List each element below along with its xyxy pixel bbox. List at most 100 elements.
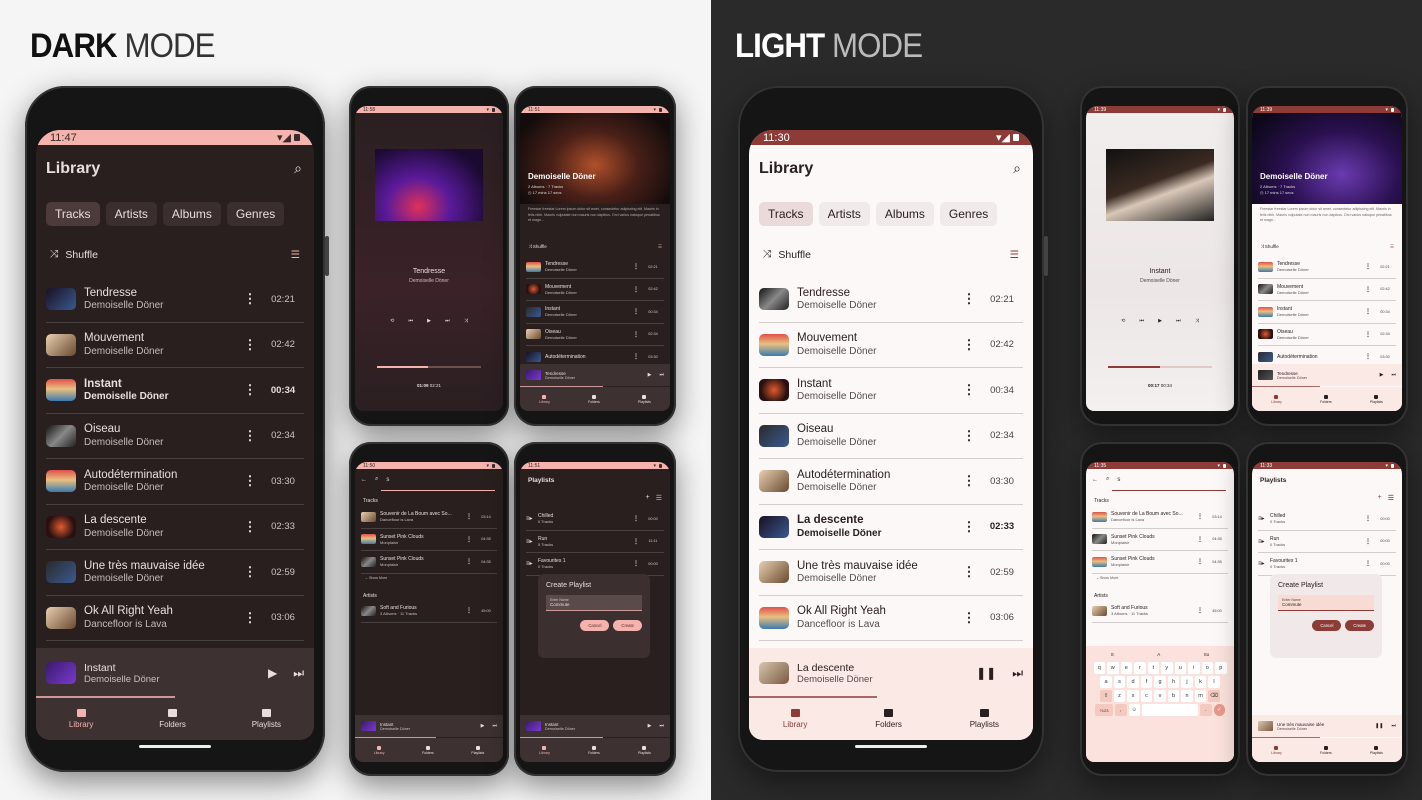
more-options-icon[interactable]: ⋮ bbox=[463, 558, 475, 565]
more-options-icon[interactable]: ⋮ bbox=[238, 610, 262, 626]
track-row[interactable]: Souvenir de La Boum avec So... Dancefloor… bbox=[361, 506, 497, 529]
pause-icon[interactable]: ❚❚ bbox=[976, 666, 996, 680]
play-icon[interactable]: ▶ bbox=[481, 723, 485, 729]
skip-next-icon[interactable]: ⏭ bbox=[445, 318, 450, 324]
nav-item-folders[interactable]: Folders bbox=[1320, 394, 1332, 404]
more-options-icon[interactable]: ⋮ bbox=[630, 263, 642, 270]
period-key[interactable]: . bbox=[1200, 704, 1212, 716]
mini-player[interactable]: Instant Demoiselle Döner ▶ ⏭ bbox=[36, 648, 314, 698]
more-options-icon[interactable]: ⋮ bbox=[1194, 607, 1206, 614]
create-button[interactable]: Create bbox=[613, 620, 642, 631]
track-row[interactable]: Ok All Right Yeah Dancefloor is Lava ⋮ 03:0… bbox=[759, 596, 1023, 641]
playlist-item[interactable]: ≡▸ Favourites 10 Tracks ⋮ 00:00 bbox=[526, 553, 664, 576]
playlist-item[interactable]: ≡▸ Chilled 0 Tracks ⋮ 00:00 bbox=[1258, 508, 1396, 531]
space-key[interactable] bbox=[1142, 704, 1198, 716]
add-playlist-icon[interactable]: + bbox=[646, 494, 650, 502]
show-more-button[interactable]: ⌄ Show More bbox=[1096, 576, 1118, 580]
nav-item-folders[interactable]: Folders bbox=[588, 394, 600, 404]
nav-item-folders[interactable]: Folders bbox=[875, 709, 902, 729]
nav-item-playlists[interactable]: Playlists bbox=[638, 394, 651, 404]
add-playlist-icon[interactable]: + bbox=[1378, 494, 1382, 502]
keyboard-suggestion[interactable]: A bbox=[1157, 652, 1160, 657]
more-options-icon[interactable]: ⋮ bbox=[957, 610, 981, 626]
track-row[interactable]: Tendresse Demoiselle Döner ⋮ 02:21 bbox=[759, 277, 1023, 323]
pause-icon[interactable]: ❚❚ bbox=[1375, 723, 1383, 729]
nav-item-library[interactable]: Library bbox=[539, 745, 550, 755]
key-b[interactable]: b bbox=[1167, 690, 1180, 702]
enter-key[interactable]: ✓ bbox=[1213, 704, 1225, 716]
track-row[interactable]: Tendresse Demoiselle Döner ⋮ 02:21 bbox=[1258, 256, 1396, 279]
cancel-button[interactable]: Cancel bbox=[580, 620, 610, 631]
tab-artists[interactable]: Artists bbox=[105, 202, 157, 226]
play-icon[interactable]: ▶ bbox=[648, 723, 652, 729]
comma-key[interactable]: , bbox=[1115, 704, 1127, 716]
key-u[interactable]: u bbox=[1174, 662, 1186, 674]
skip-next-icon[interactable]: ⏭ bbox=[1391, 723, 1396, 729]
more-options-icon[interactable]: ⋮ bbox=[957, 473, 981, 489]
track-row[interactable]: Soft and Furious 3 Albums · 11 Tracks ⋮ 45:… bbox=[1092, 600, 1228, 623]
key-c[interactable]: c bbox=[1140, 690, 1153, 702]
shuffle-icon[interactable]: ⤨ bbox=[1195, 318, 1199, 324]
track-row[interactable]: Oiseau Demoiselle Döner ⋮ 02:34 bbox=[1258, 324, 1396, 346]
symbols-key[interactable]: ?123 bbox=[1095, 704, 1113, 716]
nav-item-library[interactable]: Library bbox=[539, 394, 550, 404]
track-row[interactable]: Sunset Pink Clouds Monplaisir ⋮ 04:35 bbox=[361, 529, 497, 551]
track-row[interactable]: Oiseau Demoiselle Döner ⋮ 02:34 bbox=[526, 324, 664, 346]
more-options-icon[interactable]: ⋮ bbox=[630, 515, 642, 522]
tab-genres[interactable]: Genres bbox=[939, 202, 998, 226]
mini-player[interactable]: Instant Demoiselle Döner ▶ ⏭ bbox=[355, 715, 503, 737]
search-icon[interactable]: ⌕ bbox=[1013, 160, 1021, 177]
more-options-icon[interactable]: ⋮ bbox=[238, 382, 262, 398]
skip-next-icon[interactable]: ⏭ bbox=[1012, 666, 1023, 681]
track-row[interactable]: Oiseau Demoiselle Döner ⋮ 02:34 bbox=[46, 414, 304, 459]
track-row[interactable]: Instant Demoiselle Döner ⋮ 00:34 bbox=[46, 368, 304, 414]
key-w[interactable]: w bbox=[1107, 662, 1119, 674]
track-row[interactable]: Sunset Pink Clouds Monplaisir ⋮ 04:35 bbox=[1092, 529, 1228, 551]
key-d[interactable]: d bbox=[1127, 676, 1139, 688]
nav-item-library[interactable]: Library bbox=[374, 745, 385, 755]
more-options-icon[interactable]: ⋮ bbox=[1362, 353, 1374, 360]
track-row[interactable]: Ok All Right Yeah Dancefloor is Lava ⋮ 03:0… bbox=[46, 596, 304, 641]
more-options-icon[interactable]: ⋮ bbox=[238, 428, 262, 444]
nav-item-folders[interactable]: Folders bbox=[422, 745, 434, 755]
more-options-icon[interactable]: ⋮ bbox=[1194, 513, 1206, 520]
more-options-icon[interactable]: ⋮ bbox=[463, 607, 475, 614]
skip-next-icon[interactable]: ⏭ bbox=[659, 723, 664, 729]
more-options-icon[interactable]: ⋮ bbox=[630, 353, 642, 360]
more-options-icon[interactable]: ⋮ bbox=[630, 538, 642, 545]
key-l[interactable]: l bbox=[1208, 676, 1220, 688]
tab-albums[interactable]: Albums bbox=[875, 202, 934, 226]
key-p[interactable]: p bbox=[1215, 662, 1227, 674]
key-q[interactable]: q bbox=[1093, 662, 1105, 674]
more-options-icon[interactable]: ⋮ bbox=[238, 519, 262, 535]
more-options-icon[interactable]: ⋮ bbox=[1362, 538, 1374, 545]
more-options-icon[interactable]: ⋮ bbox=[1194, 536, 1206, 543]
skip-next-icon[interactable]: ⏭ bbox=[492, 723, 497, 729]
key-k[interactable]: k bbox=[1194, 676, 1207, 688]
key-e[interactable]: e bbox=[1120, 662, 1132, 674]
key-j[interactable]: j bbox=[1181, 676, 1193, 688]
more-options-icon[interactable]: ⋮ bbox=[1194, 558, 1206, 565]
playlist-name-field[interactable]: Enter Name Commute bbox=[546, 595, 642, 611]
nav-item-folders[interactable]: Folders bbox=[588, 745, 600, 755]
more-options-icon[interactable]: ⋮ bbox=[1362, 560, 1374, 567]
mini-player[interactable]: Tendresse Demoiselle Döner ▶ ⏭ bbox=[520, 364, 670, 386]
play-icon[interactable]: ▶ bbox=[268, 666, 277, 680]
more-options-icon[interactable]: ⋮ bbox=[957, 519, 981, 535]
skip-next-icon[interactable]: ⏭ bbox=[1176, 318, 1181, 324]
track-row[interactable]: Mouvement Demoiselle Döner ⋮ 02:42 bbox=[526, 279, 664, 301]
key-x[interactable]: x bbox=[1127, 690, 1139, 702]
more-options-icon[interactable]: ⋮ bbox=[630, 308, 642, 315]
track-row[interactable]: Mouvement Demoiselle Döner ⋮ 02:42 bbox=[46, 323, 304, 368]
track-row[interactable]: Mouvement Demoiselle Döner ⋮ 02:42 bbox=[759, 323, 1023, 368]
key-r[interactable]: r bbox=[1134, 662, 1146, 674]
track-row[interactable]: Instant Demoiselle Döner ⋮ 00:34 bbox=[1258, 301, 1396, 324]
tab-albums[interactable]: Albums bbox=[162, 202, 221, 226]
search-icon[interactable]: ⌕ bbox=[294, 160, 302, 177]
playlist-item[interactable]: ≡▸ Favourites 10 Tracks ⋮ 00:00 bbox=[1258, 553, 1396, 576]
nav-item-playlists[interactable]: Playlists bbox=[1370, 745, 1383, 755]
filter-icon[interactable]: ☰ bbox=[656, 494, 662, 502]
play-icon[interactable]: ▶ bbox=[427, 318, 431, 324]
mini-player[interactable]: Une très mauvaise idée Demoiselle Döner ❚… bbox=[1252, 715, 1402, 737]
more-options-icon[interactable]: ⋮ bbox=[238, 337, 262, 353]
